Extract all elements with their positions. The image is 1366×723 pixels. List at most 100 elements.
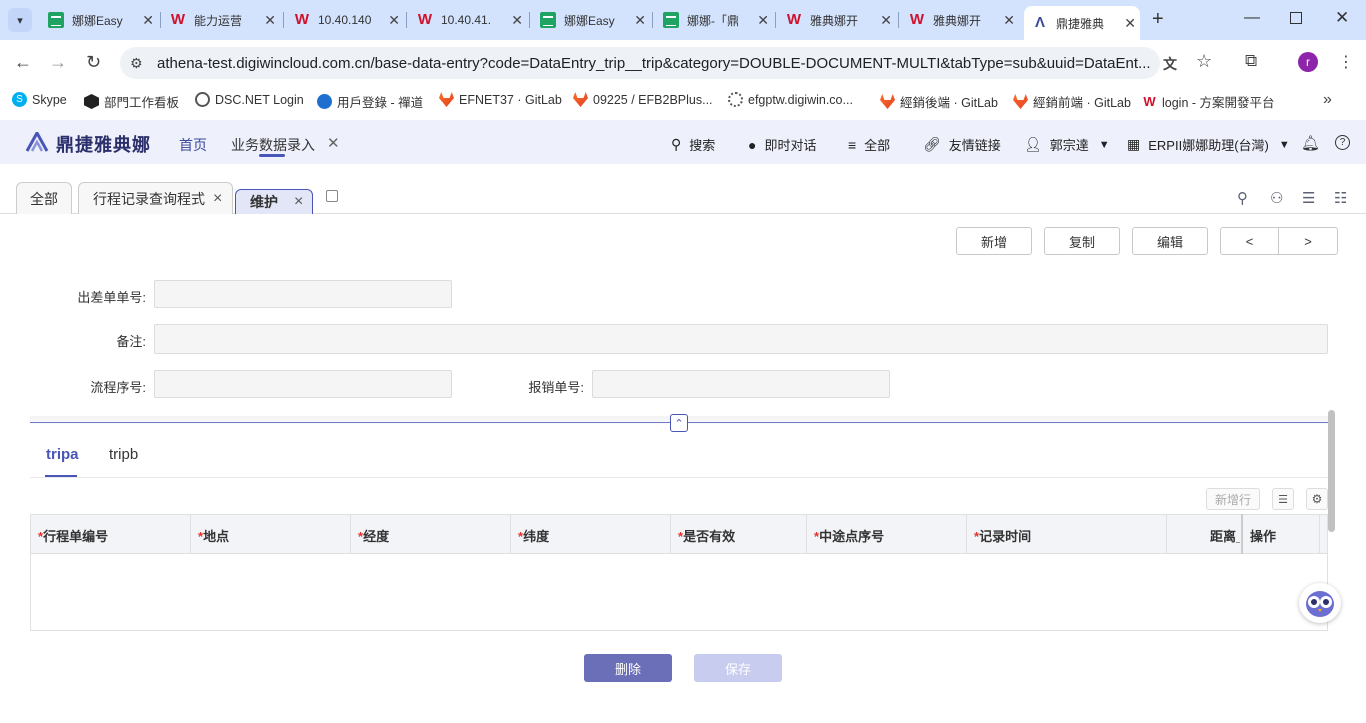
search-icon[interactable]: ⚲ [1237,189,1248,207]
bookmark-star-icon[interactable]: ☆ [1196,51,1212,72]
close-icon[interactable]: × [294,193,303,211]
close-tab-icon[interactable]: ✕ [1124,15,1136,32]
collapse-button[interactable]: ⌃ [670,414,688,432]
browser-tab[interactable]: W 能力运营 ✕ [170,6,280,34]
browser-tab[interactable]: 娜娜Easy ✕ [540,6,650,34]
tab-manager-icon[interactable] [326,190,338,202]
header-links[interactable]: 🔗︎ 友情链接 [923,135,1001,154]
column-header-record-time[interactable]: *记录时间 [974,526,1031,545]
close-tab-icon[interactable]: ✕ [511,12,523,29]
close-tab-icon[interactable]: ✕ [880,12,892,29]
header-user-menu[interactable]: 👤︎ 郭宗達 ▼ [1024,135,1110,154]
sub-tab-tripa[interactable]: tripa [46,446,79,463]
translate-icon[interactable]: 文 [1163,54,1177,74]
edit-button[interactable]: 编辑 [1132,227,1208,255]
site-info-icon[interactable]: ⚙ [130,55,143,72]
reimburse-no-label: 报销单号: [528,380,584,395]
restore-button[interactable] [1290,12,1302,24]
bookmark-item[interactable]: 09225 / EFB2BPlus... [573,92,713,107]
copy-button[interactable]: 复制 [1044,227,1120,255]
close-tab-icon[interactable]: ✕ [142,12,154,29]
bookmark-item[interactable]: 部門工作看板 [84,92,179,111]
bookmark-item[interactable]: DSC.NET Login [195,92,304,107]
header-tenant-menu[interactable]: ▦ ERPII娜娜助理(台灣) ▼ [1127,135,1290,154]
column-header-actions: 操作 [1250,529,1277,544]
close-tab-icon[interactable]: ✕ [264,12,276,29]
trip-no-input[interactable] [154,280,452,308]
browser-tab[interactable]: W 10.40.140 ✕ [294,6,404,34]
more-bookmarks-icon[interactable]: » [1323,91,1332,109]
forward-button[interactable]: → [49,52,67,73]
page-tab-maintain[interactable]: 维护 × [235,189,313,214]
skype-icon: S [12,92,27,107]
add-row-button[interactable]: 新增行 [1206,488,1260,510]
reload-button[interactable]: ↻ [86,52,101,73]
assistant-owl-button[interactable] [1299,583,1341,623]
nav-business-data-entry[interactable]: 业务数据录入 [231,135,315,155]
bookmark-item[interactable]: 經銷後端 · GitLab [880,92,998,111]
close-tab-icon[interactable]: ✕ [1003,12,1015,29]
tab-list-dropdown-button[interactable]: ▾ [8,8,32,32]
profile-avatar[interactable]: r [1298,52,1318,72]
bookmark-item[interactable]: S Skype [12,92,67,107]
bookmark-item[interactable]: efgptw.digiwin.co... [728,92,853,107]
app-logo[interactable]: 鼎捷雅典娜 [56,131,151,157]
sub-tab-tripb[interactable]: tripb [109,446,138,463]
notification-bell-icon[interactable]: 🔔︎ [1301,134,1320,152]
delete-button[interactable]: 删除 [584,654,672,682]
browser-tab[interactable]: 娜娜Easy ✕ [48,6,158,34]
reimburse-no-input[interactable] [592,370,890,398]
bookmark-item[interactable]: EFNET37 · GitLab [439,92,562,107]
column-header-waypoint-seq[interactable]: *中途点序号 [814,526,884,545]
page-tab-all[interactable]: 全部 [16,182,72,214]
plus-icon: + [1152,8,1164,30]
document-list-icon[interactable]: ☰ [1302,189,1315,207]
sheets-icon [48,12,64,28]
browser-tab[interactable]: W 雅典娜开 ✕ [909,6,1019,34]
back-button[interactable]: ← [14,52,32,73]
flow-no-input[interactable] [154,370,452,398]
person-tree-icon[interactable]: ⚇ [1270,189,1283,207]
browser-menu-icon[interactable]: ⋮ [1338,52,1354,72]
browser-tab[interactable]: W 10.40.41. ✕ [417,6,527,34]
remark-input[interactable] [154,324,1328,354]
header-search[interactable]: ⚲ 搜索 [671,135,715,154]
close-tab-icon[interactable]: ✕ [757,12,769,29]
save-button[interactable]: 保存 [694,654,782,682]
column-header-location[interactable]: *地点 [198,526,229,545]
close-window-button[interactable]: ✕ [1335,8,1349,28]
close-nav-tab-icon[interactable]: ✕ [327,134,340,152]
column-header-distance[interactable]: 距离_ [1210,526,1240,545]
column-header-longitude[interactable]: *经度 [358,526,389,545]
vertical-scrollbar[interactable] [1328,410,1335,532]
browser-tab[interactable]: 娜娜-「鼎 ✕ [663,6,773,34]
browser-tab[interactable]: W 雅典娜开 ✕ [786,6,896,34]
next-record-button[interactable]: > [1278,227,1338,255]
settings-button[interactable]: ⚙ [1306,488,1328,510]
add-button[interactable]: 新增 [956,227,1032,255]
close-tab-icon[interactable]: ✕ [388,12,400,29]
column-header-latitude[interactable]: *纬度 [518,526,549,545]
column-header-is-valid[interactable]: *是否有效 [678,526,735,545]
gear-icon: ⚙ [1311,492,1323,506]
help-icon[interactable]: ? [1335,135,1350,150]
close-tab-icon[interactable]: ✕ [634,12,646,29]
bookmark-item[interactable]: 用戶登錄 - 禪道 [317,92,423,111]
header-chat[interactable]: ● 即时对话 [748,135,816,154]
bookmark-item[interactable]: W login - 方案開發平台 [1142,92,1274,111]
minimize-button[interactable]: — [1244,9,1260,27]
page-tab-trip-query[interactable]: 行程记录查询程式 × [78,182,233,214]
new-tab-button[interactable]: + [1152,8,1164,31]
column-header-trip-no[interactable]: *行程单编号 [38,526,108,545]
trip-no-label: 出差单单号: [77,290,146,305]
prev-record-button[interactable]: < [1220,227,1279,255]
bookmark-item[interactable]: 經銷前端 · GitLab [1013,92,1131,111]
browser-tab-active[interactable]: Λ 鼎捷雅典 ✕ [1024,6,1140,40]
header-all[interactable]: ≡ 全部 [848,135,890,154]
close-icon[interactable]: × [213,190,222,208]
document-edit-icon[interactable]: ☷ [1334,189,1347,207]
url-text[interactable]: athena-test.digiwincloud.com.cn/base-dat… [157,55,1152,72]
column-config-button[interactable]: ☰ [1272,488,1294,510]
extensions-icon[interactable]: ⧉ [1245,51,1257,71]
nav-home[interactable]: 首页 [179,135,207,155]
